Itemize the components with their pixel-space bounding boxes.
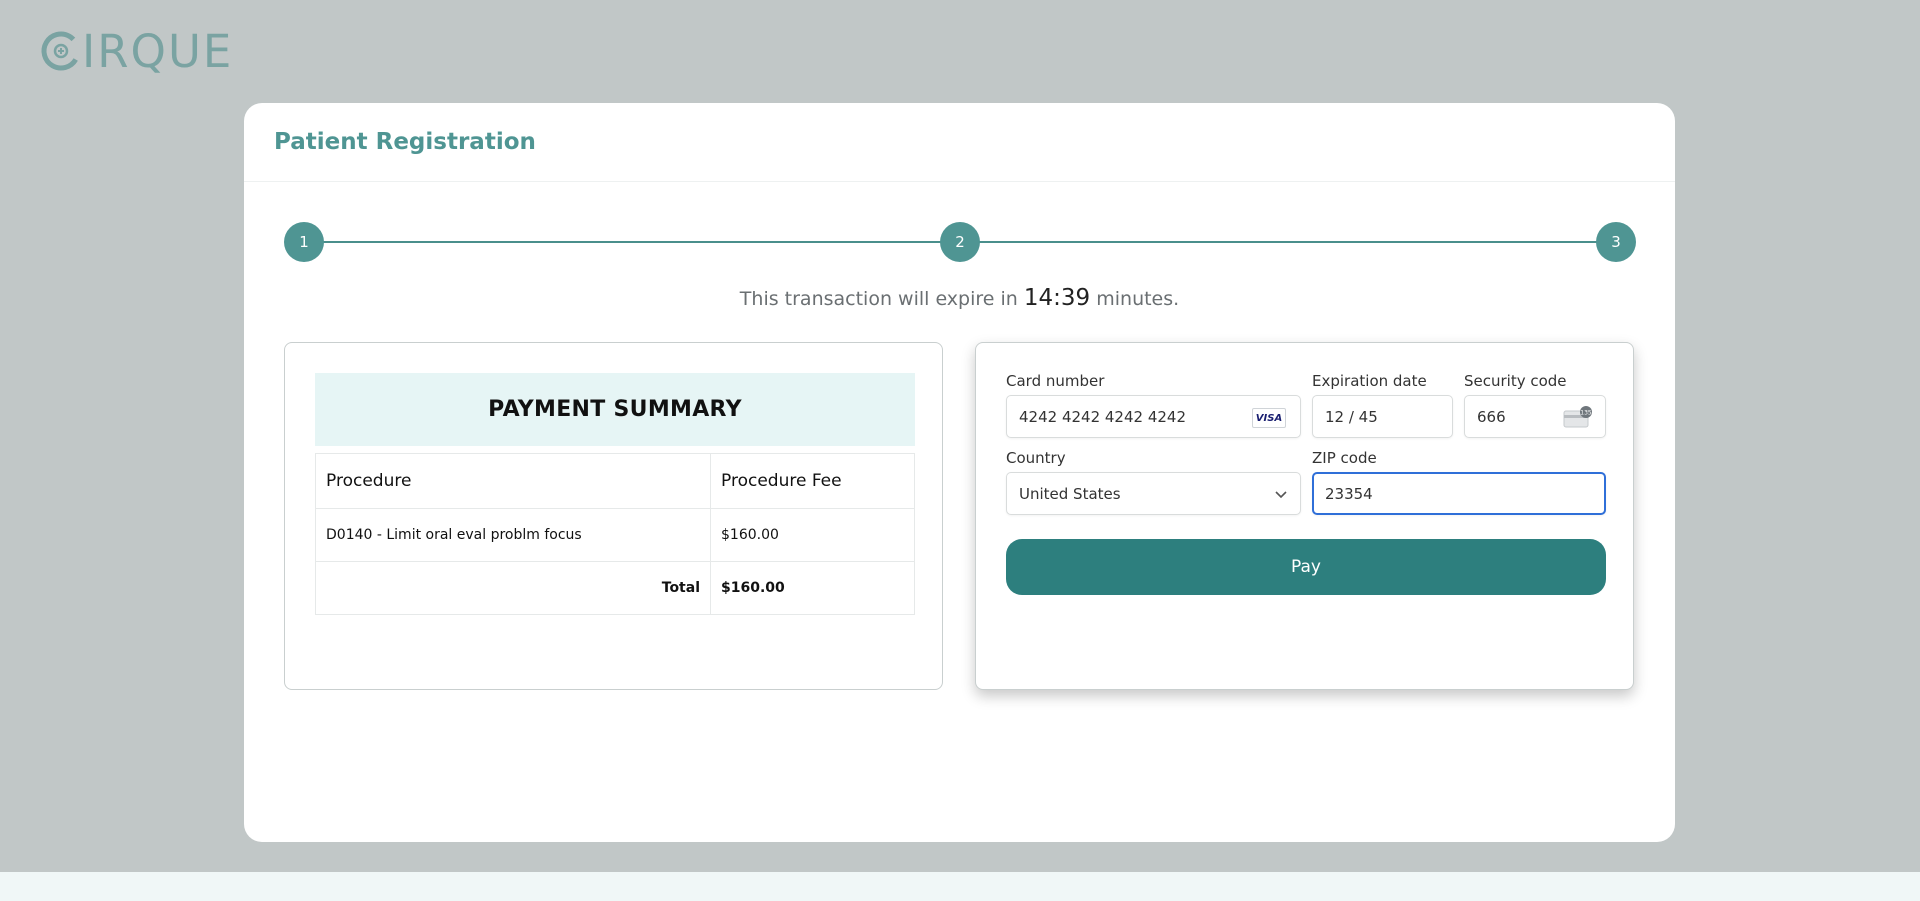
table-row: D0140 - Limit oral eval problm focus $16… bbox=[315, 508, 915, 562]
procedure-cell: D0140 - Limit oral eval problm focus bbox=[315, 508, 711, 562]
step-3[interactable]: 3 bbox=[1596, 222, 1636, 262]
logo-text: IRQUE bbox=[82, 24, 234, 78]
visa-card-icon: VISA bbox=[1252, 408, 1286, 428]
card-number-input[interactable]: 4242 4242 4242 4242 VISA bbox=[1006, 395, 1301, 438]
total-row: Total $160.00 bbox=[315, 561, 915, 615]
step-1[interactable]: 1 bbox=[284, 222, 324, 262]
security-code-label: Security code bbox=[1464, 372, 1567, 390]
page-title: Patient Registration bbox=[274, 129, 536, 155]
pay-button[interactable]: Pay bbox=[1006, 539, 1606, 595]
card-number-value: 4242 4242 4242 4242 bbox=[1019, 407, 1186, 426]
column-header-fee: Procedure Fee bbox=[710, 453, 915, 509]
expiration-label: Expiration date bbox=[1312, 372, 1427, 390]
payment-summary-title: PAYMENT SUMMARY bbox=[315, 373, 915, 446]
payment-summary-panel: PAYMENT SUMMARY Procedure Procedure Fee … bbox=[284, 342, 943, 690]
expiry-timer: 14:39 bbox=[1023, 285, 1091, 311]
cirque-logo: IRQUE bbox=[40, 25, 233, 78]
expiration-input[interactable]: 12 / 45 bbox=[1312, 395, 1453, 438]
progress-stepper: 1 2 3 bbox=[284, 222, 1636, 262]
total-label: Total bbox=[315, 561, 711, 615]
expiry-prefix: This transaction will expire in bbox=[739, 288, 1018, 310]
step-2[interactable]: 2 bbox=[940, 222, 980, 262]
card-number-label: Card number bbox=[1006, 372, 1105, 390]
table-header-row: Procedure Procedure Fee bbox=[315, 453, 915, 509]
procedure-table: Procedure Procedure Fee D0140 - Limit or… bbox=[315, 453, 915, 615]
registration-card: Patient Registration 1 2 3 This transact… bbox=[244, 103, 1675, 842]
expiry-suffix: minutes. bbox=[1096, 288, 1180, 310]
country-select[interactable]: United States bbox=[1006, 472, 1301, 515]
country-label: Country bbox=[1006, 449, 1066, 467]
expiration-value: 12 / 45 bbox=[1325, 407, 1378, 426]
logo-mark-icon bbox=[41, 31, 80, 71]
payment-form-panel: Card number 4242 4242 4242 4242 VISA Exp… bbox=[975, 342, 1634, 690]
chevron-down-icon bbox=[1275, 491, 1287, 499]
security-code-input[interactable]: 666 135 bbox=[1464, 395, 1606, 438]
fee-cell: $160.00 bbox=[710, 508, 915, 562]
country-value: United States bbox=[1019, 484, 1121, 503]
footer-strip bbox=[0, 872, 1920, 901]
total-value: $160.00 bbox=[710, 561, 915, 615]
svg-text:135: 135 bbox=[1580, 410, 1592, 417]
zip-code-value: 23354 bbox=[1325, 484, 1373, 503]
zip-code-label: ZIP code bbox=[1312, 449, 1377, 467]
card-header: Patient Registration bbox=[244, 103, 1675, 182]
security-code-value: 666 bbox=[1477, 407, 1506, 426]
zip-code-input[interactable]: 23354 bbox=[1312, 472, 1606, 515]
column-header-procedure: Procedure bbox=[315, 453, 711, 509]
expiry-message: This transaction will expire in 14:39 mi… bbox=[244, 285, 1675, 311]
cvc-card-icon: 135 bbox=[1563, 406, 1592, 428]
